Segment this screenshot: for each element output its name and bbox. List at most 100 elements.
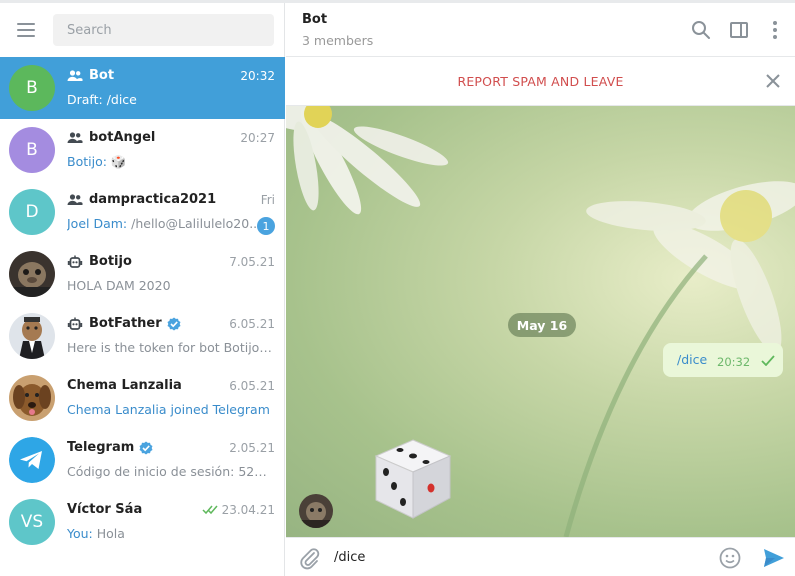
bot-icon	[67, 317, 83, 330]
chat-item[interactable]: Ddampractica2021 Fri Joel Dam: /hello@Lali…	[0, 181, 285, 243]
dice-icon[interactable]	[372, 436, 454, 522]
sidebar: B Bot 20:32 Draft: /dice BbotAngel 20:27 Botij…	[0, 3, 285, 576]
avatar: B	[9, 65, 55, 111]
report-spam-bar: REPORT SPAM AND LEAVE	[286, 57, 795, 106]
sidebar-header	[0, 3, 285, 57]
paperclip-icon[interactable]	[298, 546, 322, 570]
conversation-subtitle[interactable]: 3 members	[302, 33, 373, 48]
chat-item[interactable]: Telegram 2.05.21 Código de inicio de sesió…	[0, 429, 285, 491]
message-time: 20:32	[717, 355, 751, 369]
message-area: May 16 /dice 20:32	[286, 106, 795, 537]
sender-avatar[interactable]	[299, 494, 333, 528]
message-sender: Joel Dam:	[67, 216, 128, 231]
chat-time-label: 6.05.21	[229, 379, 275, 393]
chat-time: Fri	[261, 193, 275, 207]
avatar	[9, 437, 55, 483]
send-icon[interactable]	[762, 546, 786, 570]
chat-name: Telegram	[67, 440, 153, 455]
chat-name-label: Botijo	[89, 254, 132, 269]
avatar	[9, 313, 55, 359]
sent-check-icon	[761, 355, 775, 366]
avatar	[9, 375, 55, 421]
message-composer	[286, 537, 795, 576]
chat-time-label: 6.05.21	[229, 317, 275, 331]
group-icon	[67, 69, 83, 81]
chat-name-label: Telegram	[67, 440, 135, 455]
chat-preview: Draft: /dice	[67, 92, 273, 107]
chat-time: 20:27	[240, 131, 275, 145]
chat-name-label: Bot	[89, 68, 115, 83]
verified-badge-icon	[167, 317, 181, 330]
chat-preview: Joel Dam: /hello@Lalilulelo20...	[67, 216, 273, 231]
chat-item[interactable]: BbotAngel 20:27 Botijo: 🎲	[0, 119, 285, 181]
chat-item[interactable]: B Bot 20:32 Draft: /dice	[0, 57, 285, 119]
chat-name-label: Chema Lanzalia	[67, 378, 182, 393]
message-input[interactable]	[334, 544, 704, 570]
chat-time: 2.05.21	[229, 441, 275, 455]
chat-name: Chema Lanzalia	[67, 378, 182, 393]
avatar: B	[9, 127, 55, 173]
emoji-icon[interactable]	[718, 546, 742, 570]
chat-name: BotFather	[67, 316, 181, 331]
telegram-window: B Bot 20:32 Draft: /dice BbotAngel 20:27 Botij…	[0, 0, 795, 576]
chat-time: 20:32	[240, 69, 275, 83]
chat-item[interactable]: Botijo 7.05.21 HOLA DAM 2020	[0, 243, 285, 305]
message-preview-text: HOLA DAM 2020	[67, 278, 171, 293]
chat-name-label: botAngel	[89, 130, 156, 145]
chat-name-label: BotFather	[89, 316, 162, 331]
date-separator: May 16	[508, 313, 576, 337]
avatar: VS	[9, 499, 55, 545]
message-preview-text: Draft: /dice	[67, 92, 137, 107]
verified-badge-icon	[139, 441, 153, 454]
avatar-initials: VS	[20, 512, 44, 532]
chat-time: 23.04.21	[202, 503, 275, 517]
chat-time-label: 23.04.21	[221, 503, 275, 517]
hamburger-menu-icon[interactable]	[10, 15, 42, 45]
chat-time: 6.05.21	[229, 317, 275, 331]
chat-name-label: Víctor Sáa	[67, 502, 143, 517]
chat-time-label: 7.05.21	[229, 255, 275, 269]
chat-item[interactable]: BotFather 6.05.21 Here is the token for bo…	[0, 305, 285, 367]
chat-time-label: 20:27	[240, 131, 275, 145]
sidebar-panel-icon[interactable]	[727, 18, 751, 42]
conversation-title[interactable]: Bot	[302, 12, 327, 27]
more-options-icon[interactable]	[763, 18, 787, 42]
chat-preview: HOLA DAM 2020	[67, 278, 273, 293]
chat-item[interactable]: Chema Lanzalia 6.05.21 Chema Lanzalia join…	[0, 367, 285, 429]
avatar-initials: D	[25, 202, 39, 222]
bot-icon	[67, 255, 83, 268]
search-input[interactable]	[53, 14, 274, 46]
chat-time-label: 2.05.21	[229, 441, 275, 455]
avatar-initials: B	[26, 78, 38, 98]
message-sender: Botijo:	[67, 154, 107, 169]
outgoing-message-bubble[interactable]: /dice 20:32	[663, 343, 783, 377]
chat-preview: Chema Lanzalia joined Telegram	[67, 402, 273, 417]
search-icon[interactable]	[689, 18, 713, 42]
avatar-initials: B	[26, 140, 38, 160]
chat-time-label: 20:32	[240, 69, 275, 83]
avatar: D	[9, 189, 55, 235]
message-text[interactable]: /dice	[677, 352, 707, 367]
report-spam-button[interactable]: REPORT SPAM AND LEAVE	[286, 74, 795, 89]
chat-preview: Botijo: 🎲	[67, 154, 273, 170]
conversation-header: Bot 3 members	[286, 3, 795, 57]
chat-name: Víctor Sáa	[67, 502, 142, 517]
close-icon[interactable]	[763, 71, 783, 91]
chat-preview: You: Hola	[67, 526, 273, 541]
message-sender: You:	[67, 526, 93, 541]
group-icon	[67, 193, 83, 205]
chat-name: Bot	[67, 68, 114, 83]
group-icon	[67, 131, 83, 143]
message-preview-text: Código de inicio de sesión: 52217...	[67, 464, 273, 479]
chat-item[interactable]: VS Víctor Sáa 23.04.21 You: Hola	[0, 491, 285, 553]
avatar	[9, 251, 55, 297]
chat-name: dampractica2021	[67, 192, 216, 207]
message-preview-text: Chema Lanzalia joined Telegram	[67, 402, 270, 417]
message-preview-text: Here is the token for bot Botijo @...	[67, 340, 273, 355]
chat-name-label: dampractica2021	[89, 192, 217, 207]
chat-preview: Código de inicio de sesión: 52217...	[67, 464, 273, 479]
chat-list: B Bot 20:32 Draft: /dice BbotAngel 20:27 Botij…	[0, 57, 285, 553]
conversation-pane: Bot 3 members REPORT SPAM AND LEAVE May …	[286, 3, 795, 576]
chat-preview: Here is the token for bot Botijo @...	[67, 340, 273, 355]
chat-name: Botijo	[67, 254, 132, 269]
